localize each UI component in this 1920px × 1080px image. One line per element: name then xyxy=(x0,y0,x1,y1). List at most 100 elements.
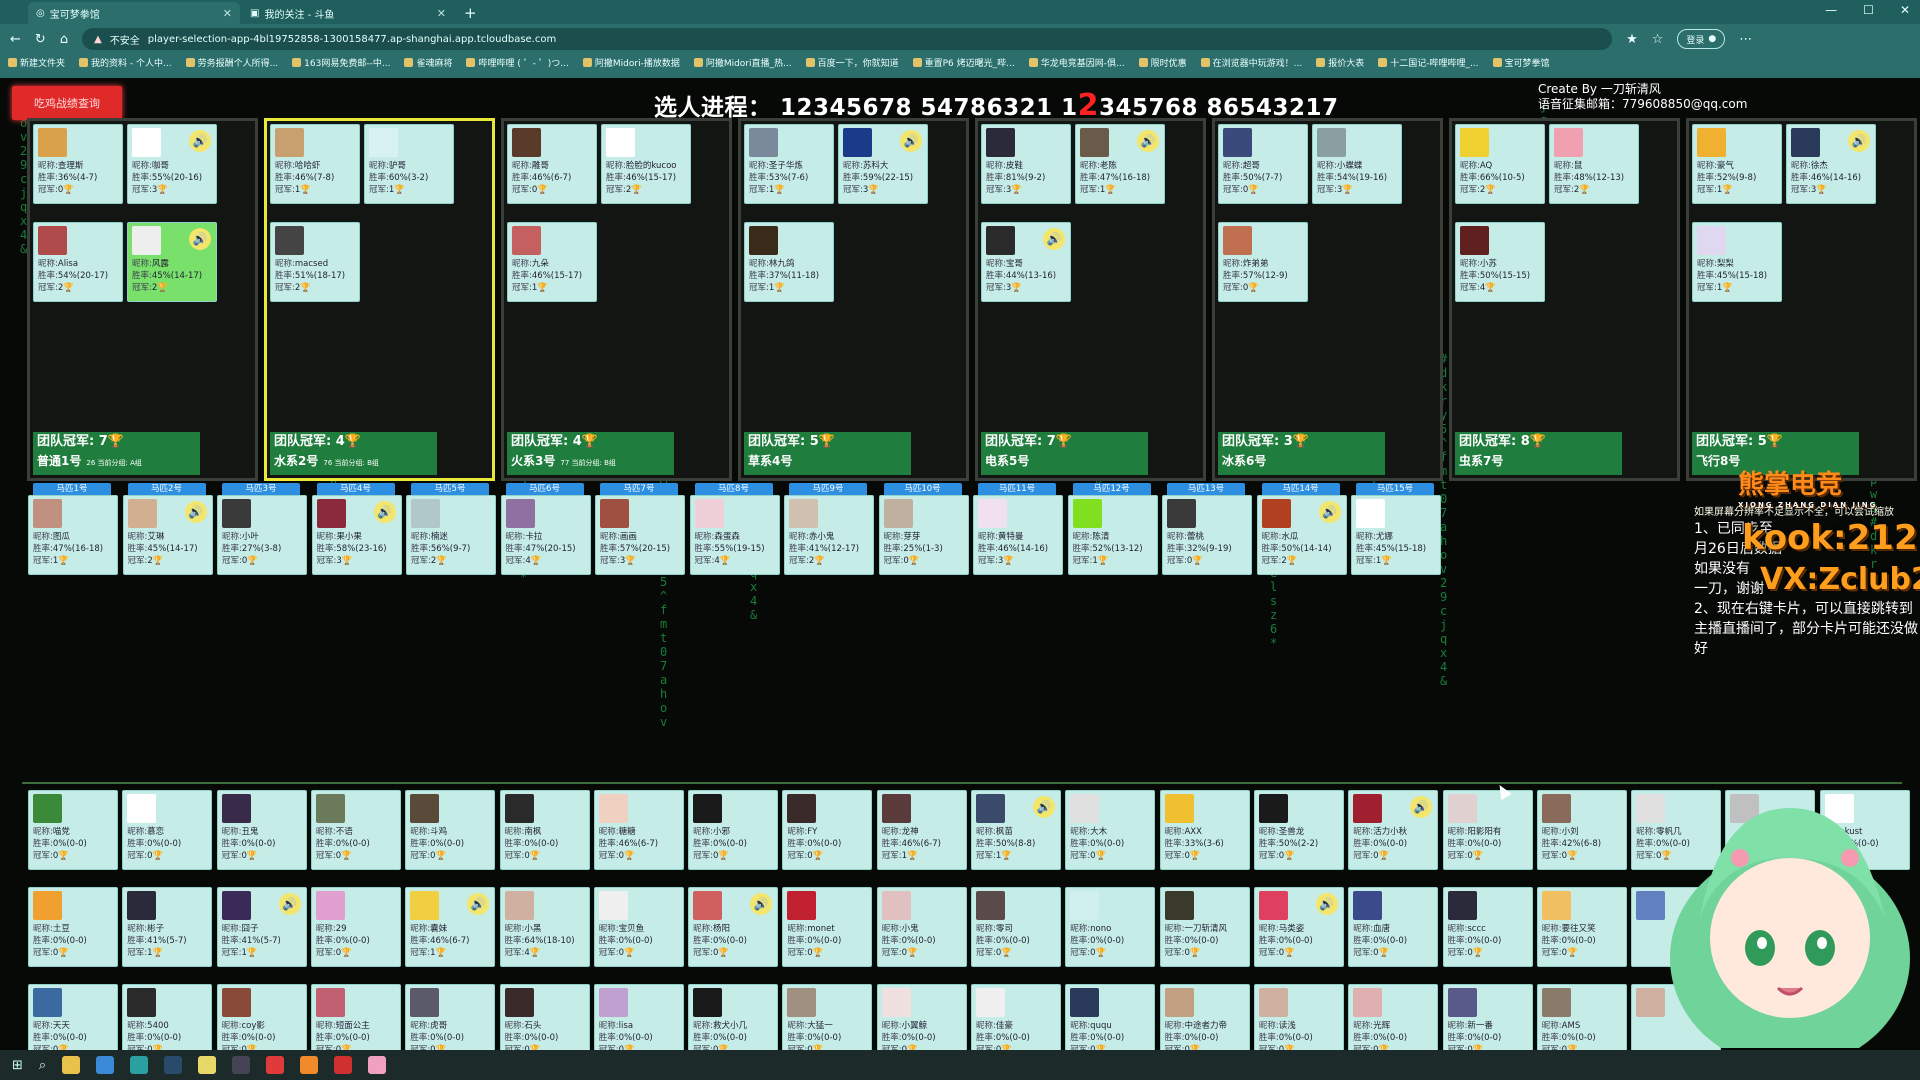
voice-speaker-icon[interactable]: 🔊 xyxy=(1033,796,1055,818)
close-tab-icon[interactable]: ✕ xyxy=(437,7,446,20)
netease-music-icon[interactable] xyxy=(266,1056,285,1074)
player-card[interactable]: 昵称:喵党 胜率:0%(0-0) 冠军:0🏆 xyxy=(28,790,118,870)
player-card[interactable]: 昵称:炸弟弟 胜率:57%(12-9) 冠军:0🏆 xyxy=(1218,222,1308,302)
horse-slot[interactable]: 马匹7号 昵称:画画 胜率:57%(20-15) 冠军:3🏆 xyxy=(595,483,687,575)
bookmark-item[interactable]: 哔哩哔哩 ( ゜- ゜)つ... xyxy=(466,56,568,74)
player-card[interactable]: 昵称:中途者力帝 胜率:0%(0-0) 冠军:0🏆 xyxy=(1159,984,1250,1050)
player-card[interactable]: 昵称:彬子 胜率:41%(5-7) 冠军:1🏆 xyxy=(122,887,213,967)
player-card[interactable]: 昵称:macsed 胜率:51%(18-17) 冠军:2🏆 xyxy=(270,222,360,302)
player-card[interactable]: 昵称:赤小鬼 胜率:41%(12-17) 冠军:2🏆 xyxy=(784,495,874,575)
player-card[interactable]: 昵称:糖糖 胜率:46%(6-7) 冠军:0🏆 xyxy=(593,790,684,870)
player-card[interactable]: 昵称:林九鸽 胜率:37%(11-18) 冠军:1🏆 xyxy=(744,222,834,302)
player-card[interactable]: 昵称:要往又笑 胜率:0%(0-0) 冠军:0🏆 xyxy=(1536,887,1627,967)
player-card[interactable]: 🔊 昵称:咖哥 胜率:55%(20-16) 冠军:3🏆 xyxy=(127,124,217,204)
player-card[interactable]: 🔊 昵称:宝哥 胜率:44%(13-16) 冠军:3🏆 xyxy=(981,222,1071,302)
address-bar[interactable]: ▲ 不安全 player-selection-app-4bl19752858-130… xyxy=(82,28,1613,50)
player-card[interactable]: 昵称:短面公主 胜率:0%(0-0) 冠军:0🏆 xyxy=(310,984,401,1050)
voice-speaker-icon[interactable]: 🔊 xyxy=(1043,228,1065,250)
player-card[interactable]: 昵称:卡拉 胜率:47%(20-15) 冠军:4🏆 xyxy=(500,495,591,575)
player-card[interactable]: 昵称:救犬小几 胜率:0%(0-0) 冠军:0🏆 xyxy=(688,984,779,1050)
horse-slot[interactable]: 马匹10号 昵称:芽芽 胜率:25%(1-3) 冠军:0🏆 xyxy=(878,483,971,575)
obs-icon[interactable] xyxy=(334,1056,353,1074)
tab-inactive[interactable]: ▣ 我的关注 - 斗鱼 ✕ xyxy=(242,2,454,24)
team-panel[interactable]: 昵称:AQ 胜率:66%(10-5) 冠军:2🏆 昵称:鼠 胜率:48%(12-13) 冠… xyxy=(1449,118,1680,481)
voice-speaker-icon[interactable]: 🔊 xyxy=(189,228,211,250)
player-card[interactable]: 🔊 昵称:老陈 胜率:47%(16-18) 冠军:1🏆 xyxy=(1075,124,1165,204)
team-panel[interactable]: 昵称:雕哥 胜率:46%(6-7) 冠军:0🏆 昵称:脸脸的kucoo 胜率:46%(1… xyxy=(501,118,732,481)
player-card[interactable]: 昵称:虎哥 胜率:0%(0-0) 冠军:0🏆 xyxy=(405,984,496,1050)
player-card[interactable]: 昵称:FY 胜率:0%(0-0) 冠军:0🏆 xyxy=(782,790,873,870)
player-card[interactable]: 🔊 昵称:徐杰 胜率:46%(14-16) 冠军:3🏆 xyxy=(1786,124,1876,204)
player-card[interactable]: 昵称:土豆 胜率:0%(0-0) 冠军:0🏆 xyxy=(28,887,118,967)
horse-slot[interactable]: 马匹2号 🔊 昵称:艾琳 胜率:45%(14-17) 冠军:2🏆 xyxy=(122,483,215,575)
player-card[interactable]: 🔊 昵称:艾琳 胜率:45%(14-17) 冠军:2🏆 xyxy=(122,495,213,575)
player-card[interactable]: 🔊 昵称:杨阳 胜率:0%(0-0) 冠军:0🏆 xyxy=(688,887,779,967)
bookmark-item[interactable]: 阿撒Midori直播_热... xyxy=(694,56,792,74)
player-card[interactable]: 昵称:零司 胜率:0%(0-0) 冠军:0🏆 xyxy=(971,887,1061,967)
player-card[interactable]: 昵称:Alisa 胜率:54%(20-17) 冠军:2🏆 xyxy=(33,222,123,302)
voice-speaker-icon[interactable]: 🔊 xyxy=(1137,130,1159,152)
voice-speaker-icon[interactable]: 🔊 xyxy=(1318,501,1341,523)
player-card[interactable]: 昵称:陈清 胜率:52%(13-12) 冠军:1🏆 xyxy=(1067,495,1158,575)
player-card[interactable]: 昵称:小叶 胜率:27%(3-8) 冠军:0🏆 xyxy=(217,495,307,575)
bookmark-item[interactable]: 在浏览器中玩游戏！... xyxy=(1201,56,1303,74)
player-card[interactable]: 昵称:脸脸的kucoo 胜率:46%(15-17) 冠军:2🏆 xyxy=(601,124,691,204)
player-card[interactable]: 昵称:鼠 胜率:48%(12-13) 冠军:2🏆 xyxy=(1549,124,1639,204)
home-icon[interactable]: ⌂ xyxy=(60,32,68,47)
player-card[interactable]: 昵称:佳豪 胜率:0%(0-0) 冠军:0🏆 xyxy=(971,984,1061,1050)
voice-speaker-icon[interactable]: 🔊 xyxy=(467,893,490,915)
horse-slot[interactable]: 马匹15号 昵称:尤娜 胜率:45%(15-18) 冠军:1🏆 xyxy=(1351,483,1443,575)
player-card[interactable]: 昵称:大木 胜率:0%(0-0) 冠军:0🏆 xyxy=(1065,790,1156,870)
minimize-icon[interactable]: — xyxy=(1825,3,1837,17)
login-button[interactable]: 登录 ● xyxy=(1677,29,1726,49)
app-icon[interactable] xyxy=(368,1056,387,1074)
edge-icon[interactable] xyxy=(130,1056,149,1074)
player-card[interactable]: 昵称:AXX 胜率:33%(3-6) 冠军:0🏆 xyxy=(1159,790,1250,870)
app-icon[interactable] xyxy=(198,1056,217,1074)
player-card[interactable]: 昵称:宝贝鱼 胜率:0%(0-0) 冠军:0🏆 xyxy=(593,887,684,967)
player-card[interactable]: 昵称:九朵 胜率:46%(15-17) 冠军:1🏆 xyxy=(507,222,597,302)
player-card[interactable]: 昵称:龙神 胜率:46%(6-7) 冠军:1🏆 xyxy=(876,790,967,870)
player-card[interactable]: 昵称:monet 胜率:0%(0-0) 冠军:0🏆 xyxy=(782,887,873,967)
player-card[interactable]: 🔊 昵称:苏科大 胜率:59%(22-15) 冠军:3🏆 xyxy=(838,124,928,204)
horse-slot[interactable]: 马匹14号 🔊 昵称:水瓜 胜率:50%(14-14) 冠军:2🏆 xyxy=(1256,483,1349,575)
player-card[interactable]: 昵称:coy影 胜率:0%(0-0) 冠军:0🏆 xyxy=(216,984,307,1050)
player-card[interactable]: 🔊 昵称:枫苗 胜率:50%(8-8) 冠军:1🏆 xyxy=(971,790,1061,870)
player-card[interactable]: 昵称:小蝶蝶 胜率:54%(19-16) 冠军:3🏆 xyxy=(1312,124,1402,204)
player-card[interactable]: 昵称:一刀斩清风 胜率:0%(0-0) 冠军:0🏆 xyxy=(1159,887,1250,967)
tab-active[interactable]: ◎ 宝可梦拳馆 ✕ xyxy=(28,2,240,24)
browser-icon[interactable] xyxy=(96,1056,115,1074)
horse-slot[interactable]: 马匹13号 昵称:蕾桃 胜率:32%(9-19) 冠军:0🏆 xyxy=(1162,483,1254,575)
voice-speaker-icon[interactable]: 🔊 xyxy=(1848,130,1870,152)
back-icon[interactable]: ← xyxy=(10,32,21,47)
player-card[interactable]: 昵称:驴哥 胜率:60%(3-2) 冠军:1🏆 xyxy=(364,124,454,204)
player-card[interactable]: 昵称:豪气 胜率:52%(9-8) 冠军:1🏆 xyxy=(1692,124,1782,204)
bookmark-item[interactable]: 十二国记-哔哩哔哩_... xyxy=(1378,56,1478,74)
app-icon[interactable] xyxy=(300,1056,319,1074)
player-card[interactable]: 昵称:29 胜率:0%(0-0) 冠军:0🏆 xyxy=(310,887,401,967)
horse-slot[interactable]: 马匹5号 昵称:楠迷 胜率:56%(9-7) 冠军:2🏆 xyxy=(406,483,498,575)
reload-icon[interactable]: ↻ xyxy=(35,32,46,47)
close-tab-icon[interactable]: ✕ xyxy=(223,7,232,20)
bookmark-item[interactable]: 限时优惠 xyxy=(1139,56,1187,74)
bookmark-item[interactable]: 163网易免费邮--中... xyxy=(292,56,390,74)
player-card[interactable]: 昵称:阳影阳有 胜率:0%(0-0) 冠军:0🏆 xyxy=(1442,790,1533,870)
player-card[interactable]: 🔊 昵称:果小果 胜率:58%(23-16) 冠军:3🏆 xyxy=(311,495,402,575)
player-card[interactable]: 昵称:AMS 胜率:0%(0-0) 冠军:0🏆 xyxy=(1536,984,1627,1050)
player-card[interactable]: 昵称:sccc 胜率:0%(0-0) 冠军:0🏆 xyxy=(1442,887,1533,967)
player-card[interactable]: 昵称:雕哥 胜率:46%(6-7) 冠军:0🏆 xyxy=(507,124,597,204)
player-card[interactable]: 🔊 昵称:马类姿 胜率:0%(0-0) 冠军:0🏆 xyxy=(1253,887,1344,967)
player-card[interactable]: 昵称:石头 胜率:0%(0-0) 冠军:0🏆 xyxy=(499,984,590,1050)
horse-slot[interactable]: 马匹4号 🔊 昵称:果小果 胜率:58%(23-16) 冠军:3🏆 xyxy=(311,483,404,575)
bookmark-item[interactable]: 新建文件夹 xyxy=(8,56,65,74)
player-card[interactable]: 昵称:小邪 胜率:0%(0-0) 冠军:0🏆 xyxy=(688,790,779,870)
app-icon[interactable] xyxy=(232,1056,251,1074)
team-panel[interactable]: 昵称:超哥 胜率:50%(7-7) 冠军:0🏆 昵称:小蝶蝶 胜率:54%(19-16)… xyxy=(1212,118,1443,481)
team-panel[interactable]: 昵称:皮鞋 胜率:81%(9-2) 冠军:3🏆 🔊 昵称:老陈 胜率:47%(16-18)… xyxy=(975,118,1206,481)
voice-speaker-icon[interactable]: 🔊 xyxy=(750,893,773,915)
voice-speaker-icon[interactable]: 🔊 xyxy=(189,130,211,152)
player-card[interactable]: 昵称:AQ 胜率:66%(10-5) 冠军:2🏆 xyxy=(1455,124,1545,204)
player-card[interactable]: 昵称:画画 胜率:57%(20-15) 冠军:3🏆 xyxy=(595,495,685,575)
player-card[interactable]: 昵称:大猛一 胜率:0%(0-0) 冠军:0🏆 xyxy=(782,984,873,1050)
voice-speaker-icon[interactable]: 🔊 xyxy=(278,893,301,915)
